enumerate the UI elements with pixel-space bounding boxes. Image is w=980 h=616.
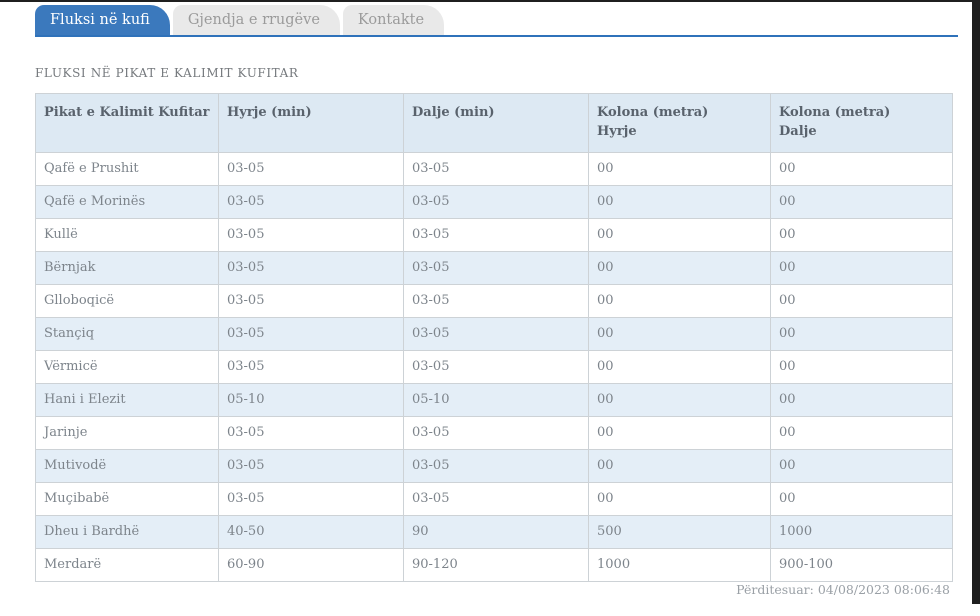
crossing-point-name: Vërmicë — [35, 349, 219, 384]
crossing-value: 00 — [770, 349, 953, 384]
column-header-queue-entry: Kolona (metra) Hyrje — [588, 93, 771, 153]
crossing-value: 03-05 — [218, 250, 404, 285]
crossing-point-name: Kullë — [35, 217, 219, 252]
crossing-value: 00 — [770, 217, 953, 252]
table-row: Dheu i Bardhë 40-50 90 500 1000 — [35, 514, 953, 549]
crossing-value: 00 — [588, 481, 771, 516]
table-row: Bërnjak 03-05 03-05 00 00 — [35, 250, 953, 285]
tab-kontakte[interactable]: Kontakte — [342, 5, 445, 35]
crossing-value: 00 — [588, 151, 771, 186]
column-header-queue-exit: Kolona (metra) Dalje — [770, 93, 953, 153]
crossing-value: 03-05 — [218, 217, 404, 252]
crossing-point-name: Mutivodë — [35, 448, 219, 483]
crossing-value: 90-120 — [403, 547, 589, 582]
crossing-point-name: Merdarë — [35, 547, 219, 582]
tab-gjendja-e-rrugeve[interactable]: Gjendja e rrugëve — [172, 5, 340, 35]
crossing-value: 40-50 — [218, 514, 404, 549]
crossing-value: 00 — [588, 250, 771, 285]
crossing-value: 03-05 — [403, 349, 589, 384]
window-right-edge — [972, 0, 980, 604]
column-header-entry-min: Hyrje (min) — [218, 93, 404, 153]
tab-label: Gjendja e rrugëve — [187, 12, 320, 28]
tab-bar: Fluksi në kufi Gjendja e rrugëve Kontakt… — [35, 5, 445, 35]
crossing-value: 00 — [588, 316, 771, 351]
crossing-value: 03-05 — [218, 349, 404, 384]
crossing-value: 00 — [588, 217, 771, 252]
crossing-value: 03-05 — [403, 283, 589, 318]
crossing-value: 1000 — [588, 547, 771, 582]
tab-label: Kontakte — [357, 12, 425, 28]
crossing-value: 00 — [770, 151, 953, 186]
crossing-value: 03-05 — [403, 250, 589, 285]
crossing-point-name: Muçibabë — [35, 481, 219, 516]
crossing-value: 900-100 — [770, 547, 953, 582]
column-header-exit-min: Dalje (min) — [403, 93, 589, 153]
page-title: FLUKSI NË PIKAT E KALIMIT KUFITAR — [35, 66, 299, 80]
crossing-value: 00 — [770, 415, 953, 450]
crossing-point-name: Dheu i Bardhë — [35, 514, 219, 549]
crossing-value: 00 — [770, 184, 953, 219]
crossing-value: 00 — [770, 382, 953, 417]
crossing-point-name: Hani i Elezit — [35, 382, 219, 417]
tab-label: Fluksi në kufi — [50, 12, 150, 28]
crossing-value: 00 — [588, 448, 771, 483]
crossing-value: 05-10 — [403, 382, 589, 417]
table-row: Glloboqicë 03-05 03-05 00 00 — [35, 283, 953, 318]
table-header-row: Pikat e Kalimit Kufitar Hyrje (min) Dalj… — [35, 93, 953, 153]
border-traffic-page: Fluksi në kufi Gjendja e rrugëve Kontakt… — [0, 0, 980, 616]
table-row: Kullë 03-05 03-05 00 00 — [35, 217, 953, 252]
table-row: Muçibabë 03-05 03-05 00 00 — [35, 481, 953, 516]
crossing-value: 03-05 — [403, 184, 589, 219]
table-row: Merdarë 60-90 90-120 1000 900-100 — [35, 547, 953, 582]
crossing-value: 00 — [588, 382, 771, 417]
table-body: Qafë e Prushit 03-05 03-05 00 00 Qafë e Morin… — [35, 151, 953, 582]
crossing-value: 03-05 — [403, 316, 589, 351]
crossing-value: 1000 — [770, 514, 953, 549]
crossing-value: 03-05 — [218, 448, 404, 483]
table-row: Jarinje 03-05 03-05 00 00 — [35, 415, 953, 450]
tab-fluksi-ne-kufi[interactable]: Fluksi në kufi — [35, 5, 170, 35]
table-row: Mutivodë 03-05 03-05 00 00 — [35, 448, 953, 483]
crossing-point-name: Qafë e Morinës — [35, 184, 219, 219]
crossing-point-name: Jarinje — [35, 415, 219, 450]
crossing-value: 03-05 — [403, 217, 589, 252]
crossing-value: 00 — [588, 415, 771, 450]
table-row: Stançiq 03-05 03-05 00 00 — [35, 316, 953, 351]
crossing-value: 03-05 — [218, 184, 404, 219]
crossing-value: 00 — [770, 283, 953, 318]
crossing-value: 03-05 — [218, 316, 404, 351]
crossing-value: 03-05 — [403, 151, 589, 186]
crossing-value: 90 — [403, 514, 589, 549]
crossing-point-name: Glloboqicë — [35, 283, 219, 318]
crossing-value: 03-05 — [218, 283, 404, 318]
crossing-value: 00 — [770, 448, 953, 483]
crossing-value: 03-05 — [403, 448, 589, 483]
crossing-value: 00 — [588, 283, 771, 318]
table-row: Qafë e Prushit 03-05 03-05 00 00 — [35, 151, 953, 186]
crossing-value: 03-05 — [218, 481, 404, 516]
crossing-value: 00 — [588, 184, 771, 219]
crossing-value: 03-05 — [218, 415, 404, 450]
crossing-point-name: Stançiq — [35, 316, 219, 351]
last-updated-timestamp: Përditesuar: 04/08/2023 08:06:48 — [736, 582, 950, 597]
window-top-edge — [0, 0, 980, 2]
border-crossing-table: Pikat e Kalimit Kufitar Hyrje (min) Dalj… — [35, 93, 953, 582]
crossing-value: 00 — [770, 481, 953, 516]
crossing-value: 00 — [770, 250, 953, 285]
column-header-crossing-point: Pikat e Kalimit Kufitar — [35, 93, 219, 153]
crossing-value: 03-05 — [403, 481, 589, 516]
table-row: Vërmicë 03-05 03-05 00 00 — [35, 349, 953, 384]
crossing-value: 500 — [588, 514, 771, 549]
crossing-value: 03-05 — [218, 151, 404, 186]
crossing-point-name: Bërnjak — [35, 250, 219, 285]
table-row: Qafë e Morinës 03-05 03-05 00 00 — [35, 184, 953, 219]
crossing-value: 00 — [588, 349, 771, 384]
crossing-point-name: Qafë e Prushit — [35, 151, 219, 186]
table-row: Hani i Elezit 05-10 05-10 00 00 — [35, 382, 953, 417]
crossing-value: 00 — [770, 316, 953, 351]
crossing-value: 60-90 — [218, 547, 404, 582]
tab-underline — [35, 35, 958, 37]
crossing-value: 05-10 — [218, 382, 404, 417]
crossing-value: 03-05 — [403, 415, 589, 450]
